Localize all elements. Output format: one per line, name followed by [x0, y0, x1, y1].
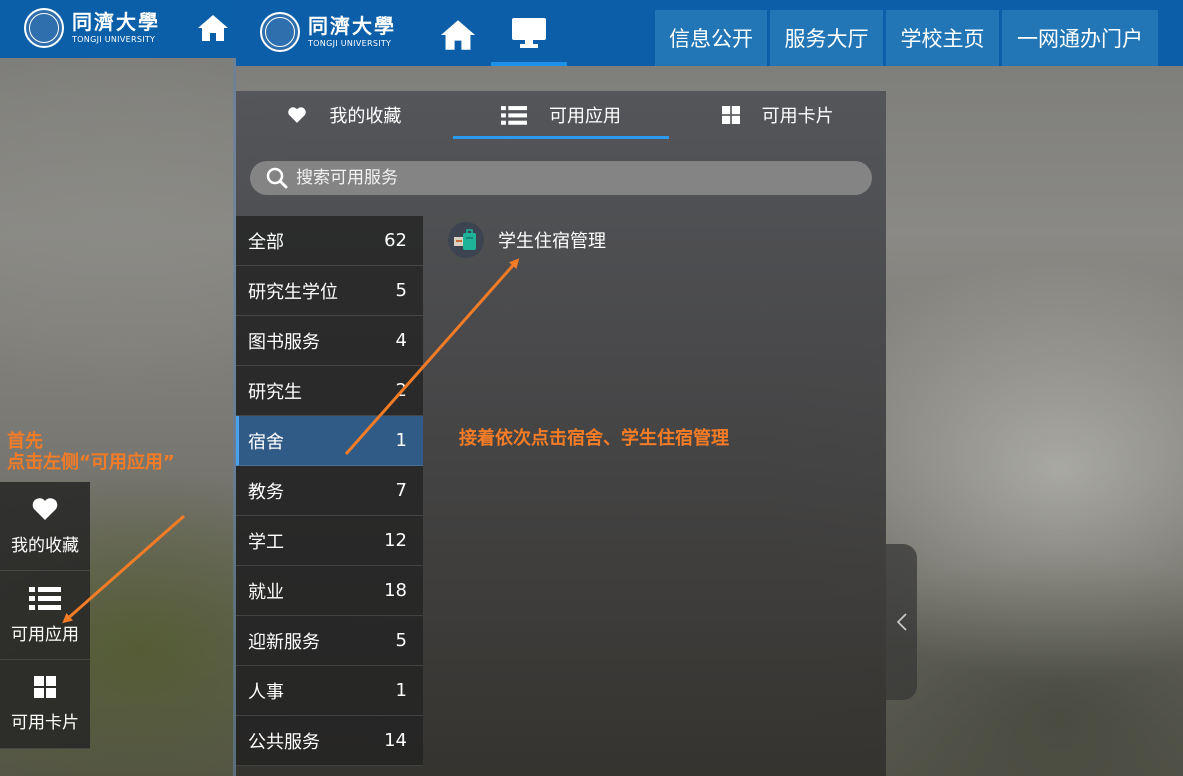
- list-icon: [501, 106, 527, 125]
- category-item-personnel[interactable]: 人事 1: [236, 666, 423, 716]
- search-bar[interactable]: [250, 161, 872, 195]
- category-item-all[interactable]: 全部 62: [236, 216, 423, 266]
- category-item-graduate[interactable]: 研究生 2: [236, 366, 423, 416]
- category-name: 宿舍: [248, 431, 284, 453]
- left-nav-label: 可用卡片: [11, 712, 79, 733]
- heart-icon: [32, 497, 58, 520]
- grid-icon: [34, 675, 56, 698]
- category-name: 学工: [248, 531, 284, 553]
- left-nav: 我的收藏 可用应用 可用卡片: [0, 482, 90, 749]
- top-link-info-public[interactable]: 信息公开: [655, 10, 767, 66]
- category-count: 4: [395, 330, 407, 351]
- app-student-housing[interactable]: 学生住宿管理: [448, 222, 606, 258]
- panel-tabs: 我的收藏 可用应用 可用卡片: [236, 91, 886, 139]
- category-item-public-services[interactable]: 公共服务 14: [236, 716, 423, 766]
- category-item-freshman-services[interactable]: 迎新服务 5: [236, 616, 423, 666]
- luggage-icon: [448, 222, 484, 258]
- app-label: 学生住宿管理: [498, 231, 606, 252]
- annotation-step1-line2: 点击左侧“可用应用”: [7, 452, 175, 473]
- category-item-dormitory[interactable]: 宿舍 1: [236, 416, 423, 466]
- top-link-school-home[interactable]: 学校主页: [886, 10, 999, 66]
- category-count: 14: [384, 730, 407, 751]
- grid-icon: [721, 106, 740, 124]
- desktop-icon: [512, 18, 546, 48]
- tab-label: 可用应用: [549, 106, 621, 127]
- category-item-grad-degree[interactable]: 研究生学位 5: [236, 266, 423, 316]
- collapse-handle[interactable]: [886, 544, 917, 700]
- category-count: 62: [384, 230, 407, 251]
- category-count: 1: [395, 680, 407, 701]
- left-nav-available-apps[interactable]: 可用应用: [0, 571, 90, 660]
- tab-label: 可用卡片: [761, 106, 834, 127]
- university-logo[interactable]: 同濟大學 TONGJI UNIVERSITY: [260, 12, 396, 52]
- search-input[interactable]: [296, 168, 856, 188]
- top-links: 信息公开 服务大厅 学校主页 一网通办门户: [655, 10, 1161, 66]
- category-item-academic-affairs[interactable]: 教务 7: [236, 466, 423, 516]
- home-icon[interactable]: [438, 18, 478, 52]
- category-count: 5: [395, 280, 407, 301]
- logo-en-text: TONGJI UNIVERSITY: [308, 39, 392, 48]
- category-list: 全部 62 研究生学位 5 图书服务 4 研究生 2 宿舍 1 教务 7 学工 12 就业 18…: [236, 216, 423, 766]
- left-topbar: 同濟大學 TONGJI UNIVERSITY: [0, 0, 236, 58]
- left-nav-label: 可用应用: [11, 624, 79, 645]
- category-name: 研究生学位: [248, 281, 338, 303]
- desktop-button[interactable]: [491, 0, 567, 66]
- logo-cn-text: 同濟大學: [308, 14, 396, 38]
- category-count: 12: [384, 530, 407, 551]
- list-icon: [29, 586, 61, 610]
- left-nav-label: 我的收藏: [11, 535, 79, 556]
- annotation-step1-line1: 首先: [7, 431, 43, 452]
- category-name: 人事: [248, 681, 284, 703]
- category-item-employment[interactable]: 就业 18: [236, 566, 423, 616]
- category-count: 7: [395, 480, 407, 501]
- annotation-step2: 接着依次点击宿舍、学生住宿管理: [459, 428, 729, 449]
- tab-label: 我的收藏: [329, 106, 402, 127]
- top-link-one-stop-portal[interactable]: 一网通办门户: [1002, 10, 1158, 66]
- tab-available-apps[interactable]: 可用应用: [452, 91, 670, 139]
- top-bar: 同濟大學 TONGJI UNIVERSITY 信息公开 服务大厅 学校主页 一网…: [236, 0, 1183, 66]
- category-name: 教务: [248, 481, 284, 503]
- category-name: 就业: [248, 581, 284, 603]
- logo-cn-text: 同濟大學: [72, 10, 160, 34]
- category-name: 迎新服务: [248, 631, 320, 653]
- category-name: 研究生: [248, 381, 302, 403]
- category-name: 图书服务: [248, 331, 320, 353]
- search-icon: [266, 167, 288, 189]
- category-name: 全部: [248, 231, 284, 253]
- tab-favorites[interactable]: 我的收藏: [236, 91, 453, 139]
- university-seal-icon: [24, 8, 64, 48]
- category-count: 1: [395, 430, 407, 451]
- left-nav-favorites[interactable]: 我的收藏: [0, 482, 90, 571]
- university-logo[interactable]: 同濟大學 TONGJI UNIVERSITY: [24, 8, 160, 48]
- left-nav-available-cards[interactable]: 可用卡片: [0, 660, 90, 749]
- tab-available-cards[interactable]: 可用卡片: [669, 91, 886, 139]
- logo-en-text: TONGJI UNIVERSITY: [72, 35, 156, 44]
- category-count: 2: [395, 380, 407, 401]
- category-count: 5: [395, 630, 407, 651]
- home-icon[interactable]: [196, 13, 230, 43]
- chevron-left-icon: [896, 613, 907, 631]
- annotation-step1: 首先 点击左侧“可用应用”: [7, 431, 175, 473]
- category-item-student-affairs[interactable]: 学工 12: [236, 516, 423, 566]
- top-link-service-hall[interactable]: 服务大厅: [770, 10, 883, 66]
- category-item-library[interactable]: 图书服务 4: [236, 316, 423, 366]
- category-name: 公共服务: [248, 731, 320, 753]
- university-seal-icon: [260, 12, 300, 52]
- category-count: 18: [384, 580, 407, 601]
- heart-icon: [288, 107, 307, 123]
